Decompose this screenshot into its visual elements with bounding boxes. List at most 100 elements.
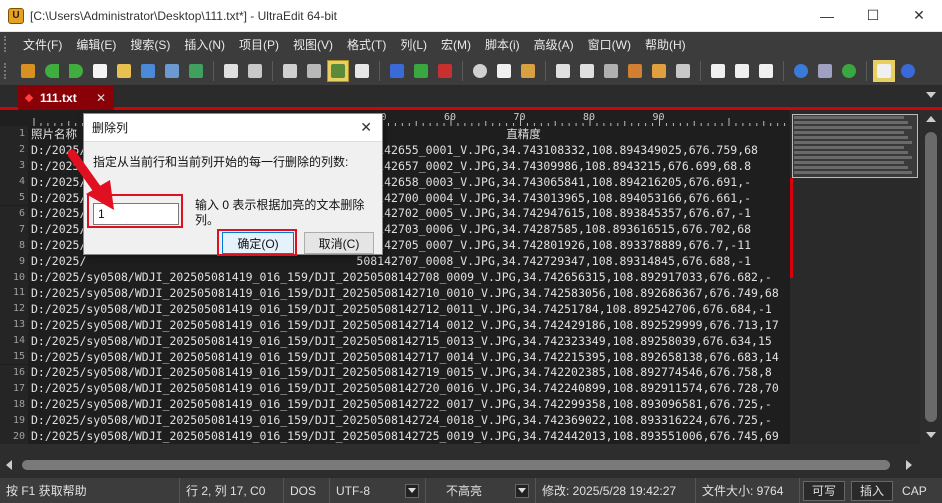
find-in-files-icon[interactable] xyxy=(648,60,670,82)
refresh-icon[interactable] xyxy=(838,60,860,82)
spell-check-red-icon[interactable] xyxy=(434,60,456,82)
dialog-prompt: 指定从当前行和当前列开始的每一行删除的列数: xyxy=(93,155,349,169)
editor-line[interactable]: 13 D:/2025/sy0508/WDJI_202505081419_016_1… xyxy=(0,316,790,333)
scroll-left-arrow-icon[interactable] xyxy=(6,460,12,470)
line-text[interactable]: D:/2025/sy0508/WDJI_202505081419_016_159… xyxy=(28,334,772,348)
layout-1-icon[interactable] xyxy=(707,60,729,82)
menu-window[interactable]: 窗口(W) xyxy=(581,32,638,56)
menu-advanced[interactable]: 高级(A) xyxy=(527,32,581,56)
find-icon[interactable] xyxy=(600,60,622,82)
minimize-button[interactable]: — xyxy=(804,0,850,32)
bookmark-icon[interactable] xyxy=(672,60,694,82)
scroll-up-arrow-icon[interactable] xyxy=(926,116,936,122)
cut-icon[interactable] xyxy=(469,60,491,82)
editor-line[interactable]: 14 D:/2025/sy0508/WDJI_202505081419_016_1… xyxy=(0,332,790,349)
menu-script[interactable]: 脚本(i) xyxy=(478,32,527,56)
ftp-icon[interactable] xyxy=(814,60,836,82)
maximize-button[interactable]: ☐ xyxy=(850,0,896,32)
menu-view[interactable]: 视图(V) xyxy=(286,32,340,56)
editor-line[interactable]: 9 D:/2025/ 508142707_0008_V.JPG,34.742729… xyxy=(0,253,790,270)
scroll-right-arrow-icon[interactable] xyxy=(906,460,912,470)
back-arrow-icon[interactable] xyxy=(41,60,63,82)
vertical-scrollbar[interactable] xyxy=(920,110,942,444)
menu-edit[interactable]: 编辑(E) xyxy=(69,32,123,56)
horizontal-scroll-thumb[interactable] xyxy=(22,460,890,470)
dialog-close-button[interactable]: ✕ xyxy=(360,119,372,136)
editor-line[interactable]: 12 D:/2025/sy0508/WDJI_202505081419_016_1… xyxy=(0,300,790,317)
open-project-icon[interactable] xyxy=(137,60,159,82)
spell-check-icon[interactable] xyxy=(386,60,408,82)
editor-line[interactable]: 20 D:/2025/sy0508/WDJI_202505081419_016_1… xyxy=(0,428,790,444)
word-wrap-icon[interactable] xyxy=(327,59,349,82)
line-text[interactable]: D:/2025/sy0508/WDJI_202505081419_016_159… xyxy=(28,413,772,427)
vertical-scroll-thumb[interactable] xyxy=(925,132,937,422)
menu-format[interactable]: 格式(T) xyxy=(340,32,393,56)
line-text[interactable]: D:/2025/sy0508/WDJI_202505081419_016_159… xyxy=(28,381,779,395)
new-file-icon[interactable] xyxy=(89,60,111,82)
tab-111-txt[interactable]: 111.txt ✕ xyxy=(18,86,114,110)
status-position[interactable]: 行 2, 列 17, C0 xyxy=(180,478,284,503)
layout-2-icon[interactable] xyxy=(731,60,753,82)
line-text[interactable]: D:/2025/sy0508/WDJI_202505081419_016_159… xyxy=(28,429,779,443)
highlight-dropdown-icon[interactable] xyxy=(515,483,529,498)
menu-help[interactable]: 帮助(H) xyxy=(638,32,693,56)
minimap-line xyxy=(794,141,912,144)
calculator-icon[interactable] xyxy=(279,60,301,82)
editor-line[interactable]: 16 D:/2025/sy0508/WDJI_202505081419_016_1… xyxy=(0,364,790,381)
editor-line[interactable]: 18 D:/2025/sy0508/WDJI_202505081419_016_1… xyxy=(0,396,790,413)
menu-column[interactable]: 列(L) xyxy=(393,32,434,56)
cancel-button[interactable]: 取消(C) xyxy=(304,232,374,254)
status-line-ending[interactable]: DOS xyxy=(284,478,330,503)
save-all-icon[interactable] xyxy=(185,60,207,82)
minimap[interactable] xyxy=(790,110,920,444)
menu-project[interactable]: 项目(P) xyxy=(232,32,286,56)
copy-icon[interactable] xyxy=(493,60,515,82)
forward-arrow-icon[interactable] xyxy=(65,60,87,82)
print-preview-icon[interactable] xyxy=(244,60,266,82)
line-text[interactable]: D:/2025/ 508142707_0008_V.JPG,34.7427293… xyxy=(28,254,751,268)
replace-icon[interactable] xyxy=(624,60,646,82)
print-icon[interactable] xyxy=(220,60,242,82)
line-text[interactable]: D:/2025/sy0508/WDJI_202505081419_016_159… xyxy=(28,286,779,300)
menu-macro[interactable]: 宏(M) xyxy=(434,32,478,56)
column-mode-icon[interactable] xyxy=(303,60,325,82)
editor-line[interactable]: 19 D:/2025/sy0508/WDJI_202505081419_016_1… xyxy=(0,412,790,429)
line-text[interactable]: D:/2025/sy0508/WDJI_202505081419_016_159… xyxy=(28,302,772,316)
open-folder-icon[interactable] xyxy=(113,60,135,82)
tools-icon[interactable] xyxy=(17,60,39,82)
hex-mode-icon[interactable] xyxy=(351,60,373,82)
help-icon[interactable] xyxy=(897,60,919,82)
insert-mode-toggle[interactable]: 插入 xyxy=(851,480,894,501)
editor-line[interactable]: 11 D:/2025/sy0508/WDJI_202505081419_016_1… xyxy=(0,285,790,301)
writable-toggle[interactable]: 可写 xyxy=(803,480,846,501)
status-encoding[interactable]: UTF-8 xyxy=(330,478,426,503)
tab-list-dropdown-icon[interactable] xyxy=(926,92,936,98)
save-icon[interactable] xyxy=(161,60,183,82)
tab-close-icon[interactable]: ✕ xyxy=(96,91,106,105)
line-text[interactable]: D:/2025/sy0508/WDJI_202505081419_016_159… xyxy=(28,397,772,411)
status-highlight[interactable]: 不高亮 xyxy=(426,478,536,503)
redo-icon[interactable] xyxy=(576,60,598,82)
line-text[interactable]: D:/2025/sy0508/WDJI_202505081419_016_159… xyxy=(28,318,779,332)
browser-icon[interactable] xyxy=(790,60,812,82)
editor-line[interactable]: 15 D:/2025/sy0508/WDJI_202505081419_016_1… xyxy=(0,348,790,365)
line-number: 20 xyxy=(0,428,28,444)
menu-insert[interactable]: 插入(N) xyxy=(177,32,232,56)
menu-search[interactable]: 搜索(S) xyxy=(123,32,177,56)
menu-file[interactable]: 文件(F) xyxy=(16,32,69,56)
line-text[interactable]: D:/2025/sy0508/WDJI_202505081419_016_159… xyxy=(28,350,779,364)
spell-check-green-icon[interactable] xyxy=(410,60,432,82)
layout-3-icon[interactable] xyxy=(755,60,777,82)
line-text[interactable]: D:/2025/sy0508/WDJI_202505081419_016_159… xyxy=(28,365,772,379)
close-window-button[interactable]: ✕ xyxy=(896,0,942,32)
line-text[interactable]: D:/2025/sy0508/WDJI_202505081419_016_159… xyxy=(28,270,772,284)
horizontal-scrollbar[interactable] xyxy=(0,444,942,478)
editor-line[interactable]: 17 D:/2025/sy0508/WDJI_202505081419_016_1… xyxy=(0,380,790,397)
editor-line[interactable]: 10 D:/2025/sy0508/WDJI_202505081419_016_1… xyxy=(0,269,790,285)
encoding-dropdown-icon[interactable] xyxy=(405,483,419,498)
list-view-icon[interactable] xyxy=(873,59,895,82)
paste-icon[interactable] xyxy=(517,60,539,82)
undo-icon[interactable] xyxy=(552,60,574,82)
toolbar-separator xyxy=(700,60,701,81)
scroll-down-arrow-icon[interactable] xyxy=(926,432,936,438)
